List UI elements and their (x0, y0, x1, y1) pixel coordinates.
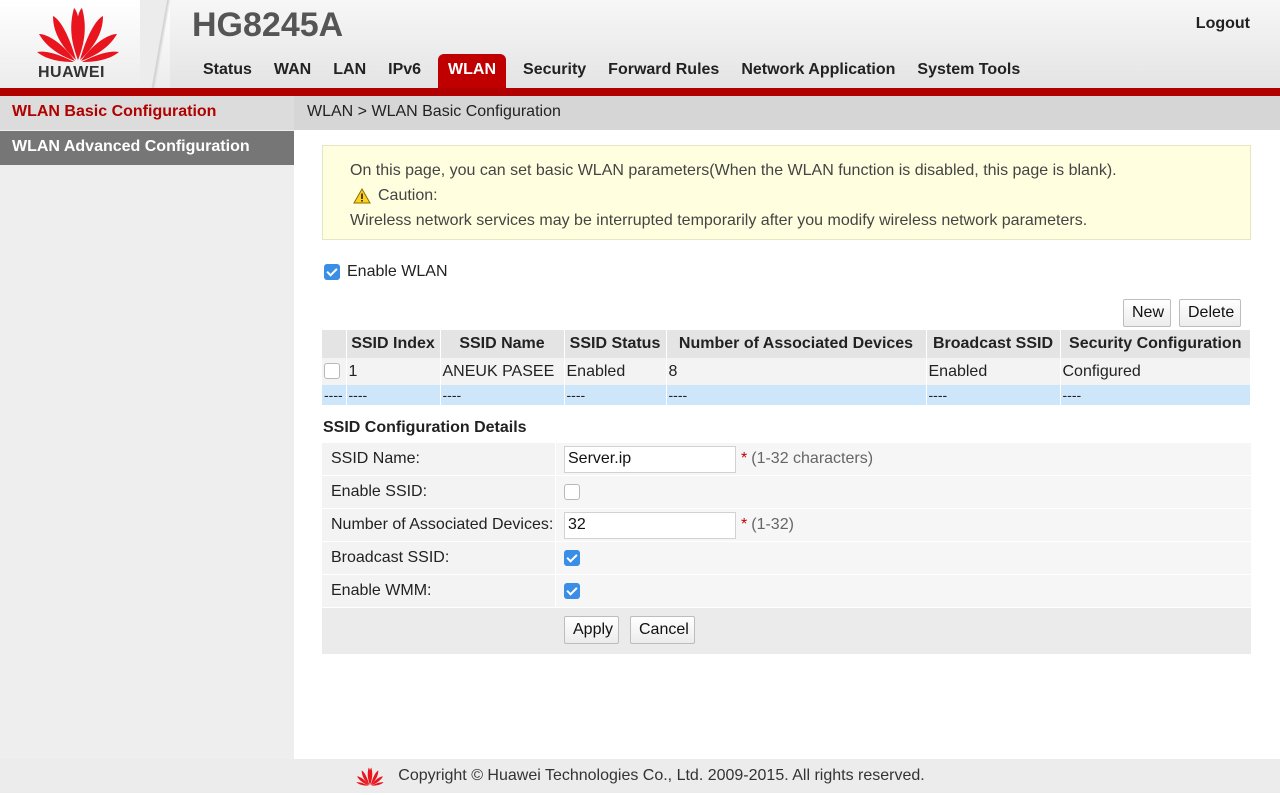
required-mark: * (741, 450, 748, 467)
new-button[interactable]: New (1123, 299, 1171, 327)
table-cell: 8 (666, 358, 927, 385)
table-cell: ---- (440, 385, 565, 405)
assoc-devices-input[interactable] (564, 511, 736, 539)
sidebar: WLAN Basic Configuration WLAN Advanced C… (0, 96, 294, 759)
enable-wmm-checkbox[interactable] (564, 583, 580, 599)
table-cell: ---- (666, 385, 927, 405)
notice-text: On this page, you can set basic WLAN par… (350, 162, 1117, 179)
header-divider (140, 0, 180, 88)
ssid-name-hint: * (1-32 characters) (741, 450, 873, 468)
broadcast-ssid-checkbox[interactable] (564, 550, 580, 566)
nav-system-tools[interactable]: System Tools (906, 54, 1031, 88)
enable-wlan-checkbox[interactable] (324, 264, 340, 280)
ssid-name-label: SSID Name: (322, 443, 556, 475)
nav-wan[interactable]: WAN (263, 54, 322, 88)
brand-name: HUAWEI (38, 64, 105, 81)
column-header: Security Configuration (1060, 330, 1251, 358)
table-cell: 1 (346, 358, 441, 385)
table-cell: ---- (1060, 385, 1251, 405)
assoc-devices-hint-text: (1-32) (751, 516, 794, 533)
column-header: SSID Name (440, 330, 565, 358)
nav-ipv6[interactable]: IPv6 (377, 54, 432, 88)
table-cell: ANEUK PASEE (440, 358, 565, 385)
row-select-cell (322, 358, 347, 385)
broadcast-ssid-label: Broadcast SSID: (322, 542, 556, 574)
table-cell: ---- (346, 385, 441, 405)
column-header: SSID Status (564, 330, 667, 358)
ssid-name-cell: *(1-32 characters) (556, 443, 1251, 475)
header-red-bar (0, 88, 1280, 96)
caution-label: Caution: (378, 187, 438, 204)
notice-warning-text: Wireless network services may be interru… (350, 212, 1088, 229)
header: HUAWEI HG8245A Logout Status WAN LAN IPv… (0, 0, 1280, 96)
assoc-devices-label: Number of Associated Devices: (322, 509, 556, 541)
details-title: SSID Configuration Details (323, 419, 527, 436)
table-header-row: SSID Index SSID Name SSID Status Number … (322, 330, 1251, 358)
delete-button[interactable]: Delete (1179, 299, 1241, 327)
enable-ssid-cell (556, 476, 1251, 508)
enable-ssid-checkbox[interactable] (564, 484, 580, 500)
form-row-enable-wmm: Enable WMM: (322, 575, 1251, 608)
copyright-text: Copyright © Huawei Technologies Co., Ltd… (398, 767, 925, 784)
sidebar-item-wlan-advanced[interactable]: WLAN Advanced Configuration (0, 131, 294, 165)
enable-wlan-row: Enable WLAN (324, 263, 448, 281)
table-cell: Configured (1060, 358, 1251, 385)
assoc-devices-cell: *(1-32) (556, 509, 1251, 541)
table-cell: Enabled (564, 358, 667, 385)
form-button-row: Apply Cancel (322, 608, 1251, 654)
nav-security[interactable]: Security (512, 54, 597, 88)
enable-wmm-cell (556, 575, 1251, 607)
ssid-config-form: SSID Name: *(1-32 characters) Enable SSI… (322, 443, 1251, 654)
footer: Copyright © Huawei Technologies Co., Ltd… (0, 759, 1280, 793)
table-cell: Enabled (926, 358, 1061, 385)
info-notice: On this page, you can set basic WLAN par… (322, 145, 1251, 240)
select-column-header (322, 330, 347, 358)
table-cell: ---- (564, 385, 667, 405)
form-row-ssid-name: SSID Name: *(1-32 characters) (322, 443, 1251, 476)
nav-wlan[interactable]: WLAN (438, 54, 507, 88)
logout-link[interactable]: Logout (1196, 15, 1250, 33)
main-nav: Status WAN LAN IPv6 WLAN Security Forwar… (192, 54, 1031, 88)
table-row[interactable]: 1 ANEUK PASEE Enabled 8 Enabled Configur… (322, 358, 1251, 385)
page-title: HG8245A (192, 6, 344, 44)
apply-button[interactable]: Apply (564, 616, 619, 644)
form-row-enable-ssid: Enable SSID: (322, 476, 1251, 509)
nav-status[interactable]: Status (192, 54, 263, 88)
form-row-broadcast-ssid: Broadcast SSID: (322, 542, 1251, 575)
form-row-assoc-devices: Number of Associated Devices: *(1-32) (322, 509, 1251, 542)
required-mark: * (741, 516, 748, 533)
table-cell: ---- (926, 385, 1061, 405)
breadcrumb: WLAN > WLAN Basic Configuration (294, 96, 1280, 130)
main-content: WLAN > WLAN Basic Configuration On this … (294, 96, 1280, 759)
sidebar-item-wlan-basic[interactable]: WLAN Basic Configuration (0, 96, 294, 130)
ssid-table: SSID Index SSID Name SSID Status Number … (322, 330, 1251, 405)
ssid-name-hint-text: (1-32 characters) (751, 450, 874, 467)
warning-triangle-icon (353, 187, 371, 203)
enable-wmm-label: Enable WMM: (322, 575, 556, 607)
caution-row: Caution: (350, 183, 1250, 208)
huawei-logo-icon (37, 8, 119, 62)
column-header: Number of Associated Devices (666, 330, 927, 358)
enable-wlan-label: Enable WLAN (347, 263, 448, 280)
table-row-placeholder[interactable]: ---- ---- ---- ---- ---- ---- ---- (322, 385, 1251, 405)
cancel-button[interactable]: Cancel (630, 616, 695, 644)
nav-lan[interactable]: LAN (322, 54, 377, 88)
nav-network-application[interactable]: Network Application (730, 54, 906, 88)
broadcast-ssid-cell (556, 542, 1251, 574)
ssid-name-input[interactable] (564, 445, 736, 473)
row-select-checkbox[interactable] (324, 362, 340, 379)
column-header: SSID Index (346, 330, 441, 358)
nav-forward-rules[interactable]: Forward Rules (597, 54, 730, 88)
column-header: Broadcast SSID (926, 330, 1061, 358)
enable-ssid-label: Enable SSID: (322, 476, 556, 508)
assoc-devices-hint: * (1-32) (741, 516, 794, 534)
huawei-logo-icon (356, 767, 384, 786)
table-cell: ---- (322, 385, 347, 405)
